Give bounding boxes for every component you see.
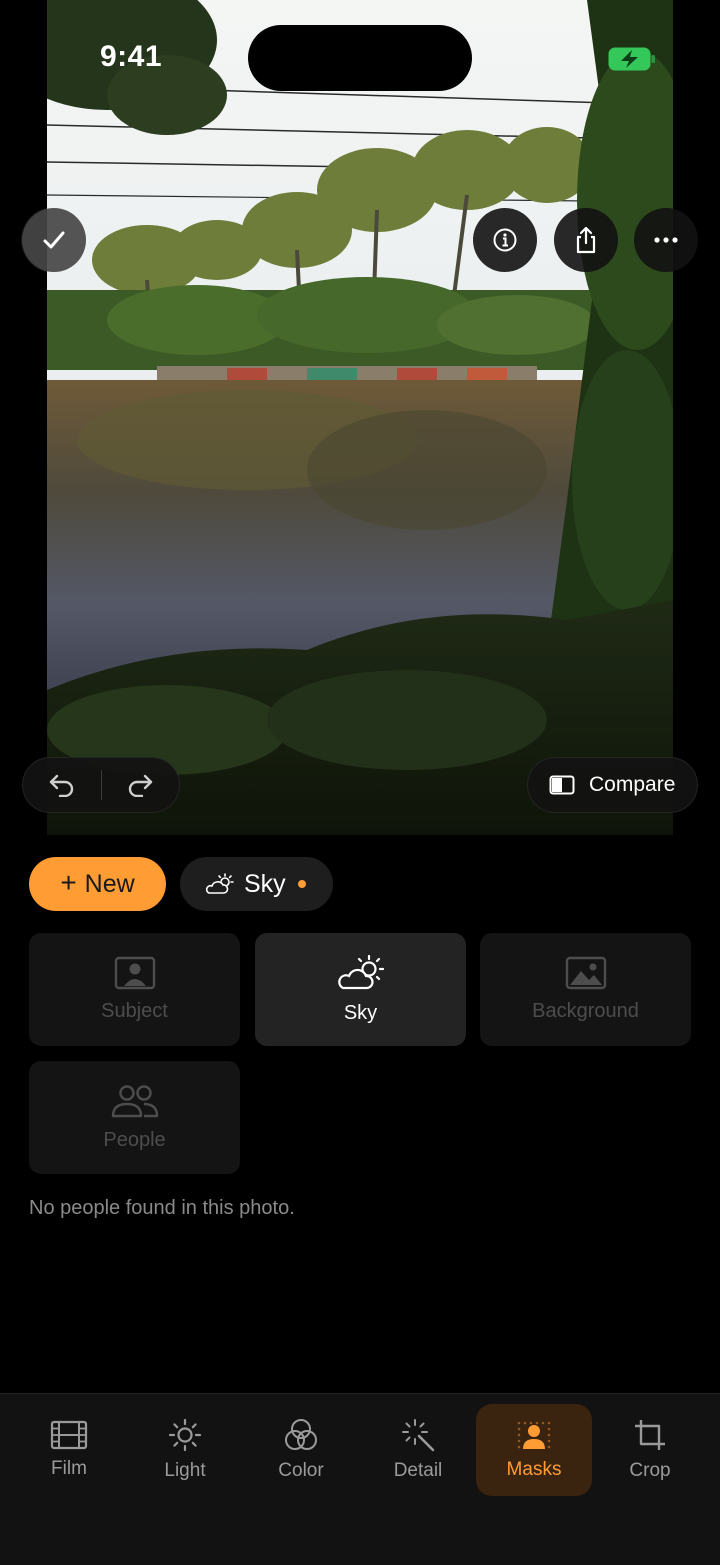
mask-option-label: Background [532,1000,639,1022]
share-icon [576,226,596,254]
info-icon [493,228,517,252]
compare-label: Compare [589,773,676,796]
mask-option-label: Subject [101,1000,168,1022]
tab-detail[interactable]: Detail [360,1404,476,1496]
tab-label: Detail [393,1460,443,1481]
share-button[interactable] [554,208,618,272]
mask-option-background[interactable]: Background [480,933,691,1046]
tab-light[interactable]: Light [127,1404,243,1496]
battery-icon [608,47,655,71]
tab-color[interactable]: Color [243,1404,359,1496]
photo-image [47,0,673,835]
photo-canvas[interactable] [47,0,673,835]
tab-label: Masks [506,1459,562,1480]
undo-button[interactable] [23,757,101,813]
film-icon [50,1420,88,1450]
sparkle-wand-icon [402,1419,435,1452]
dynamic-island [248,25,472,91]
redo-button[interactable] [102,757,180,813]
compare-button[interactable]: Compare [527,757,698,813]
tab-film[interactable]: Film [11,1404,127,1496]
tab-label: Color [278,1460,324,1481]
tab-label: Film [51,1458,87,1479]
sun-icon [168,1418,202,1452]
no-people-message: No people found in this photo. [29,1197,295,1219]
plus-icon: + [60,866,77,898]
undo-redo-group [22,757,180,813]
mask-option-people[interactable]: People [29,1061,240,1174]
more-button[interactable] [634,208,698,272]
tab-label: Light [164,1460,206,1481]
tab-crop[interactable]: Crop [592,1404,708,1496]
new-mask-button[interactable]: + New [29,857,166,911]
mask-option-label: Sky [343,1002,378,1024]
color-circles-icon [285,1419,317,1450]
tab-masks[interactable]: Masks [476,1404,592,1496]
mask-option-label: People [103,1129,166,1151]
sky-mask-chip[interactable]: Sky [180,857,333,911]
image-icon [565,956,606,990]
bottom-tab-bar: Film Light Color Detail Masks Crop [0,1393,720,1565]
cloud-sun-icon [205,873,234,894]
sky-chip-label: Sky [244,869,286,898]
checkmark-icon [43,231,65,249]
undo-icon [49,774,73,797]
modified-dot [297,880,306,888]
mask-option-subject[interactable]: Subject [29,933,240,1046]
done-button[interactable] [22,208,86,272]
mask-option-sky[interactable]: Sky [255,933,466,1046]
status-time: 9:41 [100,40,163,73]
redo-icon [129,774,153,797]
split-view-icon [549,775,575,795]
mask-person-icon [517,1421,551,1449]
new-mask-label: New [84,869,135,898]
people-icon [111,1085,158,1118]
ellipsis-icon [654,237,678,243]
portrait-icon [114,956,155,990]
crop-icon [635,1420,665,1450]
cloud-sun-icon [337,954,384,990]
tab-label: Crop [629,1460,671,1481]
info-button[interactable] [473,208,537,272]
